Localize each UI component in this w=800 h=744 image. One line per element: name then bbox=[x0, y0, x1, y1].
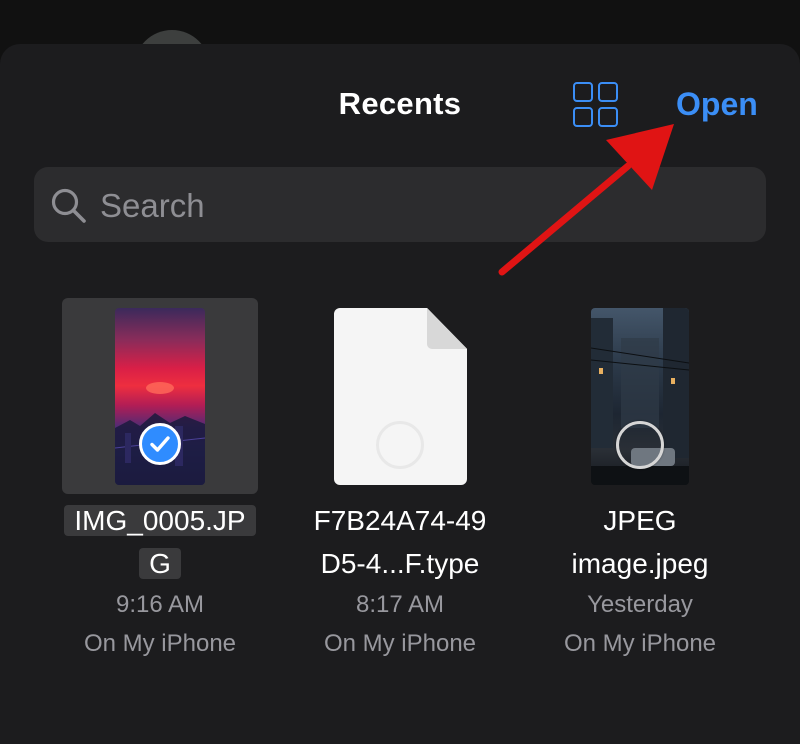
grid-view-icon bbox=[598, 82, 618, 102]
file-location: On My iPhone bbox=[83, 630, 237, 657]
grid-view-icon bbox=[573, 107, 593, 127]
checkmark-icon bbox=[139, 423, 181, 465]
search-bar[interactable] bbox=[34, 167, 766, 242]
file-name: IMG_0005.JP G bbox=[30, 499, 290, 585]
file-name: JPEG image.jpeg bbox=[571, 505, 709, 579]
file-time: 8:17 AM bbox=[355, 591, 445, 618]
open-button[interactable]: Open bbox=[676, 86, 758, 123]
selection-circle-icon[interactable] bbox=[376, 421, 424, 469]
grid-view-button[interactable] bbox=[573, 82, 619, 128]
search-icon bbox=[51, 188, 86, 223]
file-location: On My iPhone bbox=[563, 630, 717, 657]
grid-view-icon bbox=[598, 107, 618, 127]
file-location: On My iPhone bbox=[323, 630, 477, 657]
file-name: F7B24A74-49 D5-4...F.type bbox=[313, 505, 487, 579]
grid-view-icon bbox=[573, 82, 593, 102]
file-time: 9:16 AM bbox=[115, 591, 205, 618]
file-time: Yesterday bbox=[587, 591, 693, 618]
search-input[interactable] bbox=[98, 177, 742, 234]
selection-circle-icon[interactable] bbox=[616, 421, 664, 469]
